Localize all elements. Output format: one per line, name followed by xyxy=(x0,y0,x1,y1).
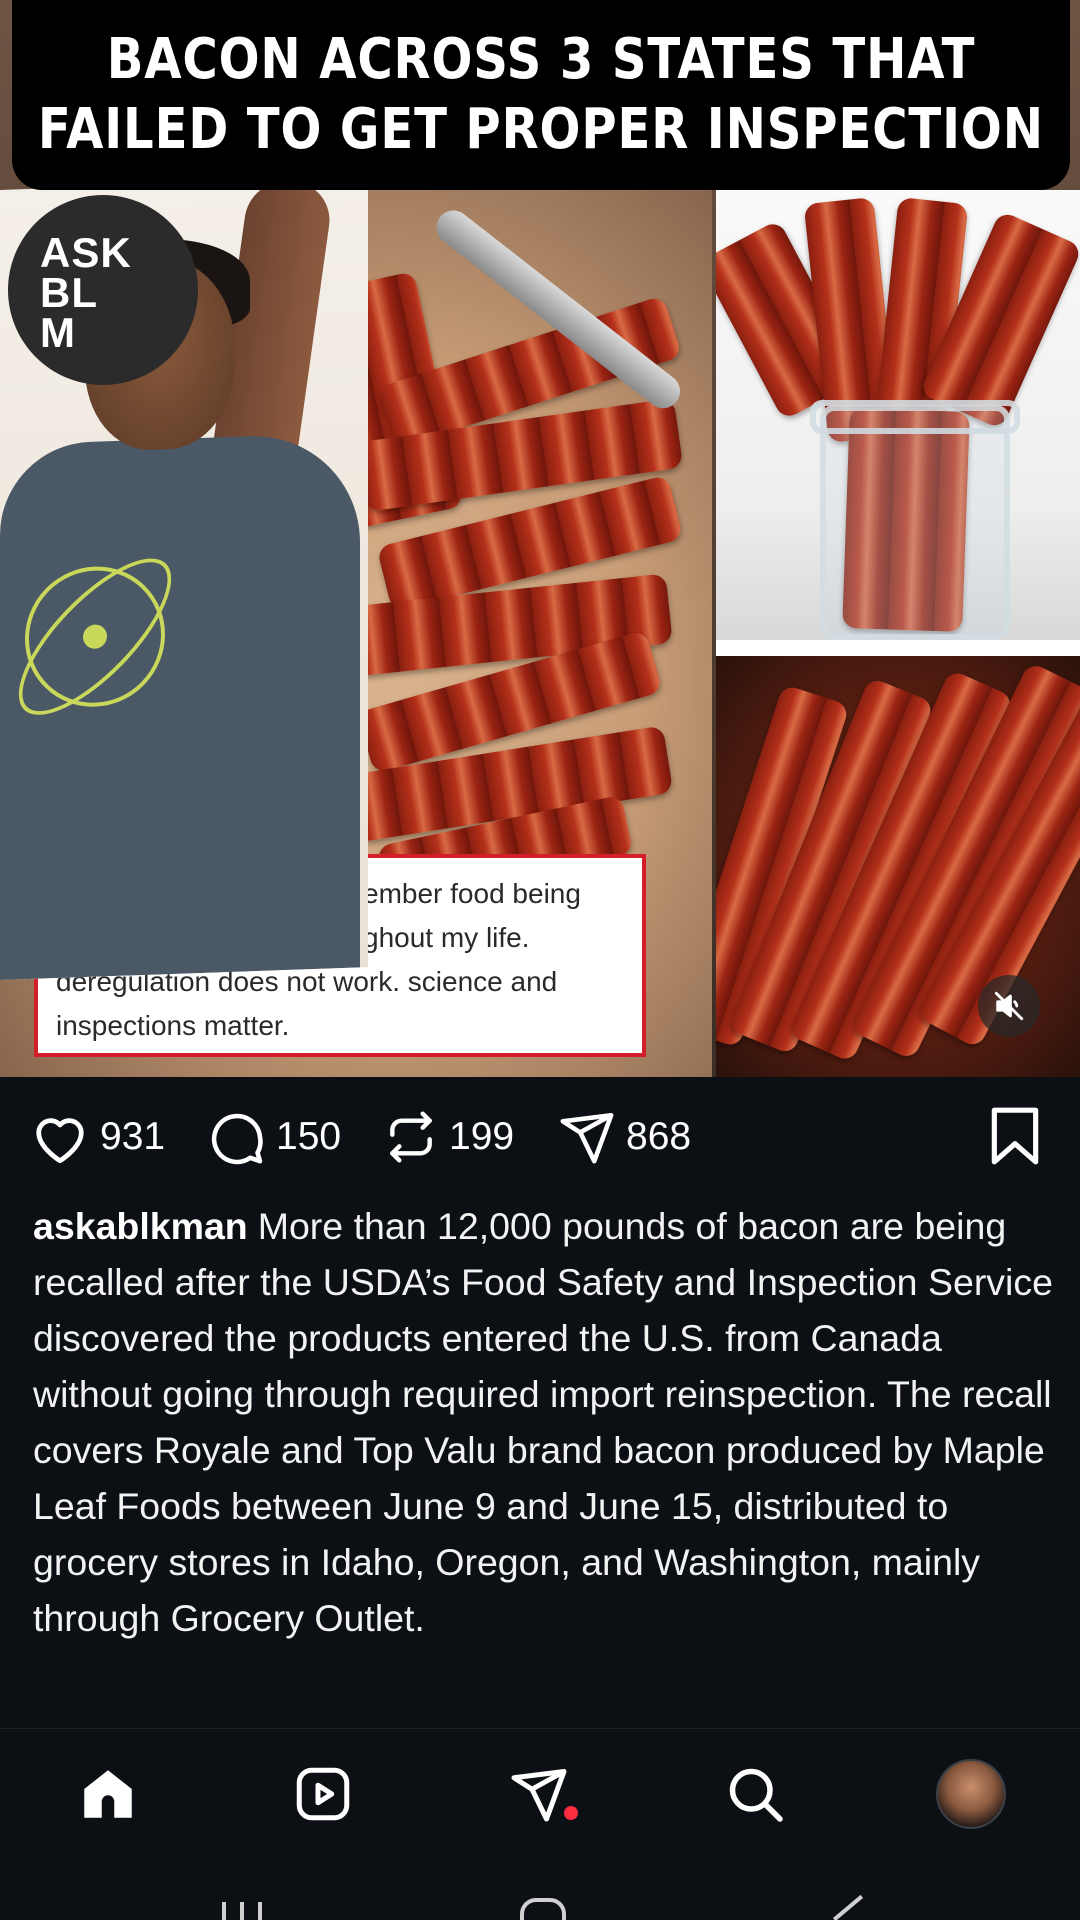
muted-speaker-icon xyxy=(994,991,1024,1021)
post-action-bar: 931 150 199 868 xyxy=(0,1077,1080,1197)
home-icon xyxy=(84,1770,132,1818)
recent-apps-button[interactable] xyxy=(222,1902,262,1920)
caption-text: More than 12,000 pounds of bacon are bei… xyxy=(33,1205,1053,1639)
search-icon xyxy=(729,1768,783,1822)
repost-button[interactable]: 199 xyxy=(383,1107,514,1167)
bookmark-icon[interactable] xyxy=(988,1105,1042,1167)
reels-icon xyxy=(296,1767,350,1821)
nav-search[interactable] xyxy=(720,1759,790,1829)
mute-button[interactable] xyxy=(978,975,1040,1037)
quote-line-1: ember food being xyxy=(363,878,581,909)
notification-dot xyxy=(564,1806,578,1820)
like-count: 931 xyxy=(100,1115,166,1158)
quote-line-2: ghout my life. xyxy=(363,922,530,953)
system-navigation-bar xyxy=(0,1868,1080,1920)
title-banner: BACON ACROSS 3 STATES THAT FAILED TO GET… xyxy=(12,0,1070,190)
comment-count: 150 xyxy=(276,1115,342,1158)
banner-line-2: FAILED TO GET PROPER INSPECTION xyxy=(38,97,1045,162)
glass-jar xyxy=(820,405,1010,640)
messages-icon xyxy=(511,1769,567,1822)
share-count: 868 xyxy=(626,1115,692,1158)
comment-bubble-icon xyxy=(211,1113,263,1165)
caption-username[interactable]: askablkman xyxy=(33,1205,248,1247)
nav-home[interactable] xyxy=(73,1759,143,1829)
photo-divider xyxy=(716,640,1080,656)
nav-reels[interactable] xyxy=(288,1759,358,1829)
repost-count: 199 xyxy=(449,1115,515,1158)
share-button[interactable]: 868 xyxy=(558,1107,691,1167)
nav-messages[interactable] xyxy=(504,1759,574,1829)
logo-line-3: M xyxy=(40,309,76,356)
logo-line-2: BL xyxy=(40,269,98,316)
system-back-button[interactable] xyxy=(832,1894,864,1920)
post-caption: askablkman More than 12,000 pounds of bac… xyxy=(33,1198,1063,1646)
bottom-navigation xyxy=(0,1728,1080,1868)
logo-line-1: ASK xyxy=(40,229,132,276)
send-icon xyxy=(560,1112,614,1164)
comment-button[interactable]: 150 xyxy=(208,1107,341,1167)
profile-avatar[interactable] xyxy=(936,1759,1006,1829)
channel-logo: ASK BL M xyxy=(8,195,198,385)
banner-line-1: BACON ACROSS 3 STATES THAT xyxy=(106,27,976,92)
system-home-button[interactable] xyxy=(520,1898,566,1920)
quote-line-4: inspections matter. xyxy=(56,1010,290,1041)
repost-icon xyxy=(390,1111,432,1163)
like-button[interactable]: 931 xyxy=(30,1107,165,1167)
heart-icon xyxy=(36,1118,84,1164)
post-media[interactable]: ember food being ghout my life. deregula… xyxy=(0,0,1080,1077)
